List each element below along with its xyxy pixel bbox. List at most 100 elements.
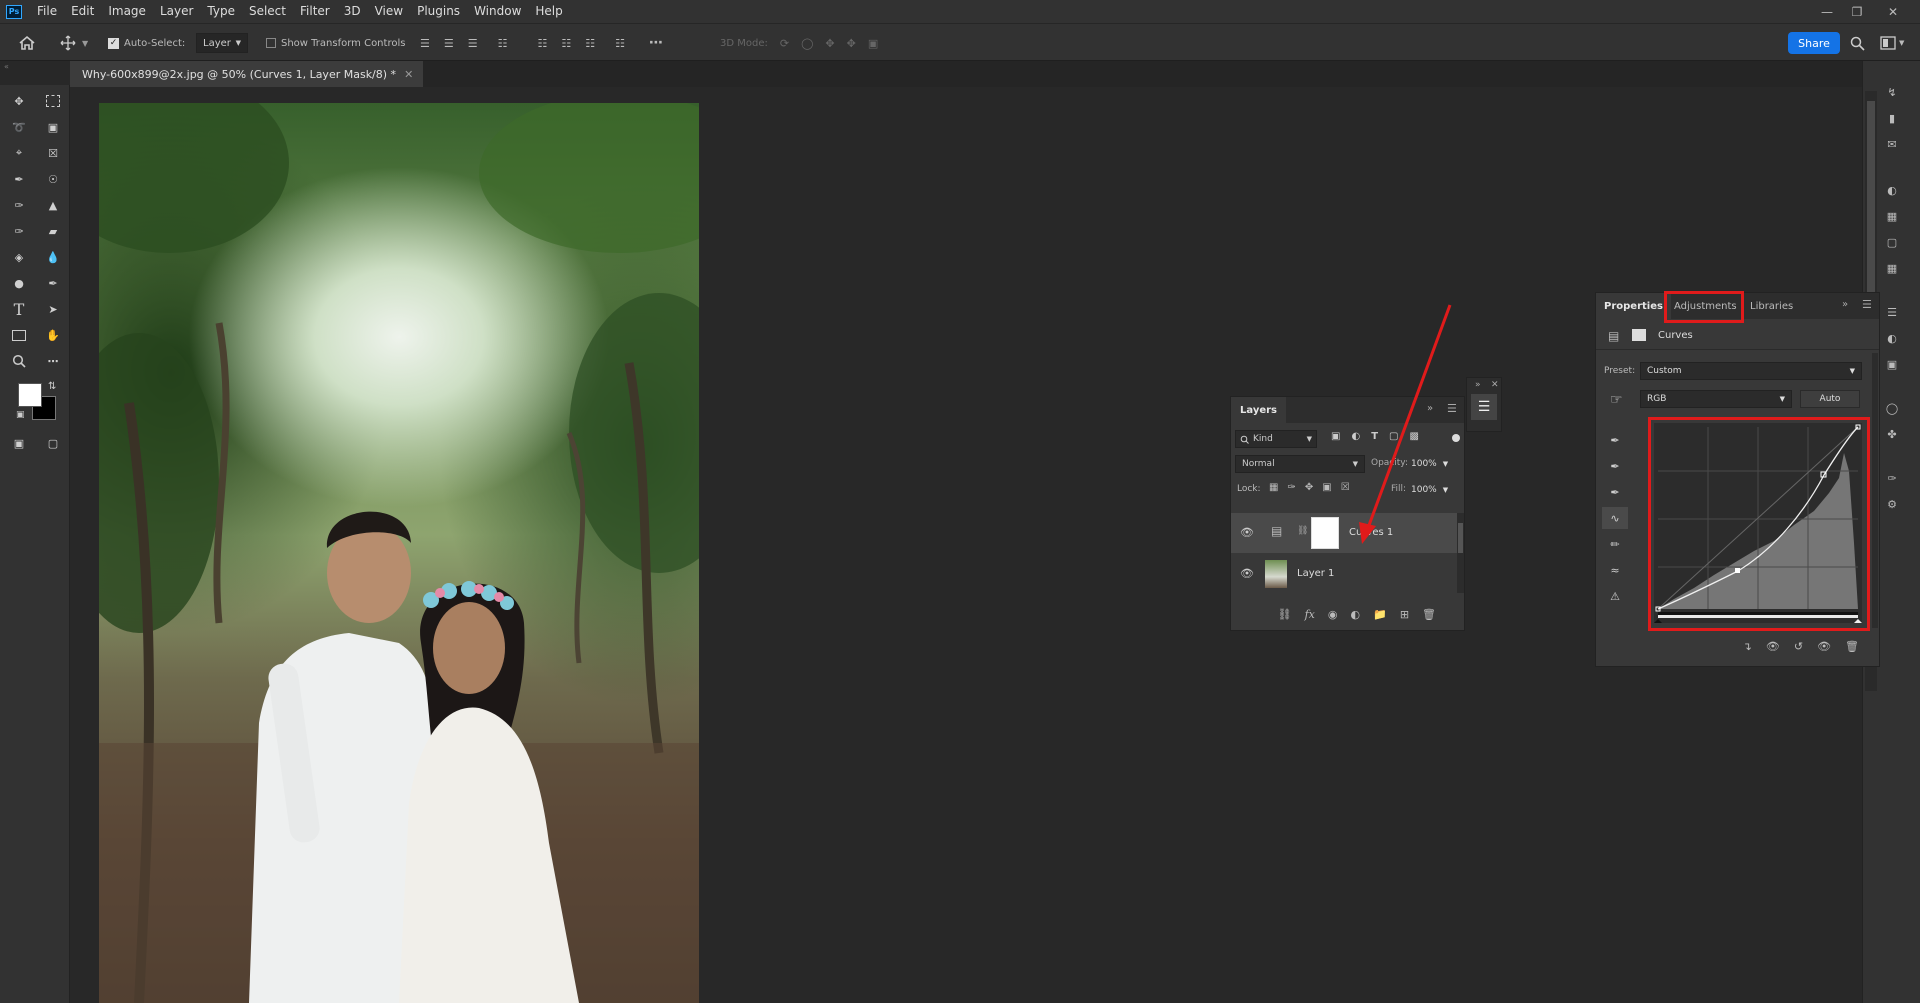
brush-settings-icon[interactable]: ▮ <box>1881 107 1903 129</box>
auto-button[interactable]: Auto <box>1800 390 1860 408</box>
canvas-area[interactable] <box>70 87 1862 1003</box>
screen-mode-icon[interactable]: ▢ <box>40 431 66 455</box>
workspace-icon[interactable]: ▼ <box>1880 24 1904 62</box>
mask-icon[interactable] <box>1632 329 1646 341</box>
layer-row-layer1[interactable]: 👁 Layer 1 <box>1231 554 1464 594</box>
tab-layers[interactable]: Layers <box>1231 397 1286 423</box>
properties-scrollbar[interactable] <box>1872 353 1878 628</box>
move-tool-icon[interactable]: ▼ <box>60 24 88 62</box>
fx-icon[interactable]: fx <box>1305 608 1315 621</box>
zoom-tool-icon[interactable] <box>6 349 32 373</box>
new-group-icon[interactable]: 📁 <box>1373 608 1387 621</box>
expand-panel-icon[interactable]: » <box>1842 299 1848 310</box>
blur-tool-icon[interactable]: 💧 <box>40 245 66 269</box>
collapse-toolbar-icon[interactable]: « <box>4 62 9 71</box>
show-transform-checkbox[interactable]: Show Transform Controls <box>266 24 405 62</box>
spot-healing-tool-icon[interactable]: ☉ <box>40 167 66 191</box>
lock-pixels-icon[interactable]: ✑ <box>1287 482 1295 493</box>
layer-mask-thumbnail[interactable] <box>1311 517 1339 549</box>
visibility-eye-icon[interactable]: 👁 <box>1240 526 1254 539</box>
toggle-visibility-icon[interactable]: 👁 <box>1817 640 1831 653</box>
adjustments-panel-icon[interactable]: ◐ <box>1881 327 1903 349</box>
adjustment-presets-icon[interactable]: ⚙ <box>1881 493 1903 515</box>
more-tools-icon[interactable]: ⋯ <box>40 349 66 373</box>
path-selection-tool-icon[interactable]: ➤ <box>40 297 66 321</box>
align-top-icon[interactable]: ☷ <box>538 37 548 50</box>
preset-dropdown[interactable]: Custom ▼ <box>1640 362 1862 380</box>
menu-image[interactable]: Image <box>101 0 153 23</box>
trash-icon[interactable]: 🗑 <box>1422 608 1436 621</box>
crop-tool-icon[interactable]: ⌖ <box>6 141 32 165</box>
menu-3d[interactable]: 3D <box>337 0 368 23</box>
foreground-color-swatch[interactable] <box>18 383 42 407</box>
menu-view[interactable]: View <box>368 0 410 23</box>
layers-stack-icon[interactable]: ☰ <box>1471 394 1497 420</box>
tab-properties[interactable]: Properties <box>1596 293 1671 319</box>
targeted-adjustment-hand-icon[interactable]: ☞ <box>1610 392 1623 408</box>
swatches-icon[interactable]: ▦ <box>1881 205 1903 227</box>
close-dock-icon[interactable]: ✕ <box>1491 380 1499 390</box>
layer-name[interactable]: Layer 1 <box>1297 568 1334 579</box>
3d-roll-icon[interactable]: ◯ <box>801 37 813 50</box>
trash-icon[interactable]: 🗑 <box>1845 640 1859 653</box>
type-tool-icon[interactable]: T <box>6 297 32 321</box>
3d-orbit-icon[interactable]: ⟳ <box>780 37 789 50</box>
draw-curve-pencil-icon[interactable]: ✏ <box>1602 533 1628 555</box>
dodge-tool-icon[interactable]: ● <box>6 271 32 295</box>
clipping-warning-icon[interactable]: ⚠ <box>1602 585 1628 607</box>
document-photo[interactable] <box>99 103 699 1003</box>
align-bottom-icon[interactable]: ☷ <box>585 37 595 50</box>
rectangle-tool-icon[interactable] <box>6 323 32 347</box>
search-icon[interactable] <box>1850 24 1865 62</box>
3d-camera-icon[interactable]: ▣ <box>868 37 878 50</box>
distribute-vertical-icon[interactable]: ☷ <box>615 37 625 50</box>
panel-menu-icon[interactable]: ☰ <box>1862 298 1872 311</box>
channel-dropdown[interactable]: RGB ▼ <box>1640 390 1792 408</box>
properties-panel-icon[interactable]: ☰ <box>1881 301 1903 323</box>
clone-stamp-tool-icon[interactable]: ▲ <box>40 193 66 217</box>
paint-bucket-tool-icon[interactable]: ◈ <box>6 245 32 269</box>
auto-select-dropdown[interactable]: Layer ▼ <box>196 33 248 53</box>
menu-type[interactable]: Type <box>200 0 242 23</box>
patterns-icon[interactable]: ▦ <box>1881 257 1903 279</box>
share-button[interactable]: Share <box>1788 32 1840 54</box>
tool-presets-icon[interactable]: ✑ <box>1881 467 1903 489</box>
comments-icon[interactable]: ✉ <box>1881 133 1903 155</box>
lock-all-icon[interactable]: ☒ <box>1341 482 1350 493</box>
gradients-icon[interactable]: ▢ <box>1881 231 1903 253</box>
eraser-tool-icon[interactable]: ▰ <box>40 219 66 243</box>
add-mask-icon[interactable]: ◉ <box>1328 608 1338 621</box>
menu-select[interactable]: Select <box>242 0 293 23</box>
default-colors-icon[interactable]: ▣ <box>16 410 25 420</box>
object-selection-tool-icon[interactable]: ▣ <box>40 115 66 139</box>
align-middle-icon[interactable]: ☷ <box>561 37 571 50</box>
paths-panel-icon[interactable]: ✤ <box>1881 423 1903 445</box>
marquee-tool-icon[interactable] <box>40 89 66 113</box>
pen-tool-icon[interactable]: ✒ <box>40 271 66 295</box>
menu-plugins[interactable]: Plugins <box>410 0 467 23</box>
minimize-icon[interactable]: — <box>1812 0 1842 23</box>
edit-points-curve-icon[interactable]: ∿ <box>1602 507 1628 529</box>
menu-layer[interactable]: Layer <box>153 0 200 23</box>
home-icon[interactable] <box>18 24 36 62</box>
move-tool-icon[interactable]: ✥ <box>6 89 32 113</box>
3d-drag-icon[interactable]: ✥ <box>825 37 834 50</box>
gray-point-eyedropper-icon[interactable]: ✒ <box>1602 455 1628 477</box>
layer-filter-dropdown[interactable]: Kind ▼ <box>1235 430 1317 448</box>
hand-tool-icon[interactable]: ✋ <box>40 323 66 347</box>
menu-filter[interactable]: Filter <box>293 0 337 23</box>
quick-mask-icon[interactable]: ▣ <box>6 431 32 455</box>
tab-libraries[interactable]: Libraries <box>1746 293 1797 319</box>
new-layer-icon[interactable]: ⊞ <box>1400 608 1409 621</box>
visibility-eye-icon[interactable]: 👁 <box>1240 567 1254 580</box>
curves-adjustment-icon[interactable]: ▤ <box>1608 329 1619 343</box>
layer-thumbnail[interactable] <box>1265 560 1287 588</box>
3d-slide-icon[interactable]: ✥ <box>847 37 856 50</box>
document-tab[interactable]: Why-600x899@2x.jpg @ 50% (Curves 1, Laye… <box>70 61 424 87</box>
lasso-tool-icon[interactable]: ➰ <box>6 115 32 139</box>
eyedropper-tool-icon[interactable]: ✒ <box>6 167 32 191</box>
new-adjustment-layer-icon[interactable]: ◐ <box>1351 608 1361 621</box>
blend-mode-dropdown[interactable]: Normal ▼ <box>1235 455 1365 473</box>
black-point-eyedropper-icon[interactable]: ✒ <box>1602 429 1628 451</box>
white-point-eyedropper-icon[interactable]: ✒ <box>1602 481 1628 503</box>
